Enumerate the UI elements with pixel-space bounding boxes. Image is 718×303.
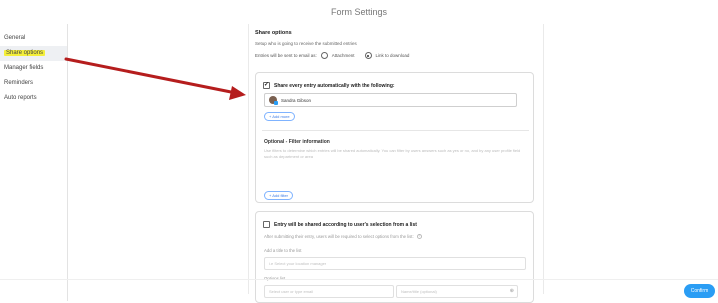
option-name-placeholder: Name/title (optional) [401,289,437,294]
sidebar-item-label: Share options [4,50,46,56]
auto-share-header: ✓ Share every entry automatically with t… [263,82,395,89]
recipient-user-field[interactable]: Sandra Gibson [264,93,517,107]
window-title: Form Settings [330,7,388,17]
sidebar-item-reminders[interactable]: Reminders [0,76,67,91]
sidebar-item-label: General [4,35,26,41]
avatar [269,96,278,105]
auto-share-heading: Share every entry automatically with the… [274,82,395,89]
add-more-button[interactable]: + Add more [264,112,295,121]
confirm-button[interactable]: Confirm [684,284,715,298]
option-user-input[interactable]: Select user or type email [264,285,394,298]
help-icon[interactable]: ? [416,234,422,240]
link-download-radio[interactable] [364,52,372,59]
email-format-label: Entries will be sent to email as: [255,53,317,58]
filter-description: Use filters to determine which entries w… [264,148,521,159]
list-share-subtext-row: After submitting their entry, users will… [264,234,422,240]
divider [262,130,529,131]
sidebar-item-label: Reminders [4,80,34,86]
list-share-header: Entry will be shared according to user's… [263,221,417,228]
list-title-input[interactable]: i.e Select your location manager [264,257,526,270]
option-name-input[interactable]: Name/title (optional) ⊕ [396,285,518,298]
auto-share-checkbox[interactable]: ✓ [263,82,270,89]
filter-title: Optional - Filter information [264,139,330,145]
section-description: Setup who is going to receive the submit… [255,41,357,46]
link-download-radio-label[interactable]: Link to download [376,53,410,58]
footer-divider [0,279,718,280]
section-title: Share options [255,30,292,36]
list-share-checkbox[interactable] [263,221,270,228]
sidebar-item-label: Auto reports [4,95,37,101]
email-format-row: Entries will be sent to email as: Attach… [255,52,415,59]
attachment-radio[interactable] [320,52,328,59]
sidebar-item-auto-reports[interactable]: Auto reports [0,91,67,106]
list-share-heading: Entry will be shared according to user's… [274,221,417,228]
sidebar: General Share options Manager fields Rem… [0,24,68,301]
share-options-panel: Share options Setup who is going to rece… [248,24,544,303]
list-share-subtext: After submitting their entry, users will… [264,234,414,239]
add-filter-button[interactable]: + Add filter [264,191,294,200]
list-share-card: Entry will be shared according to user's… [255,211,534,303]
sidebar-item-manager-fields[interactable]: Manager fields [0,61,67,76]
attachment-radio-label[interactable]: Attachment [332,53,355,58]
sidebar-item-label: Manager fields [4,65,44,71]
sidebar-item-share-options[interactable]: Share options [0,46,67,61]
sidebar-item-general[interactable]: General [0,31,67,46]
window-title-bar: Form Settings [0,0,718,24]
recipient-user-name: Sandra Gibson [281,97,312,103]
info-icon[interactable]: ⊕ [510,286,514,297]
auto-share-card: ✓ Share every entry automatically with t… [255,72,534,203]
list-title-label: Add a title to the list [264,248,302,253]
